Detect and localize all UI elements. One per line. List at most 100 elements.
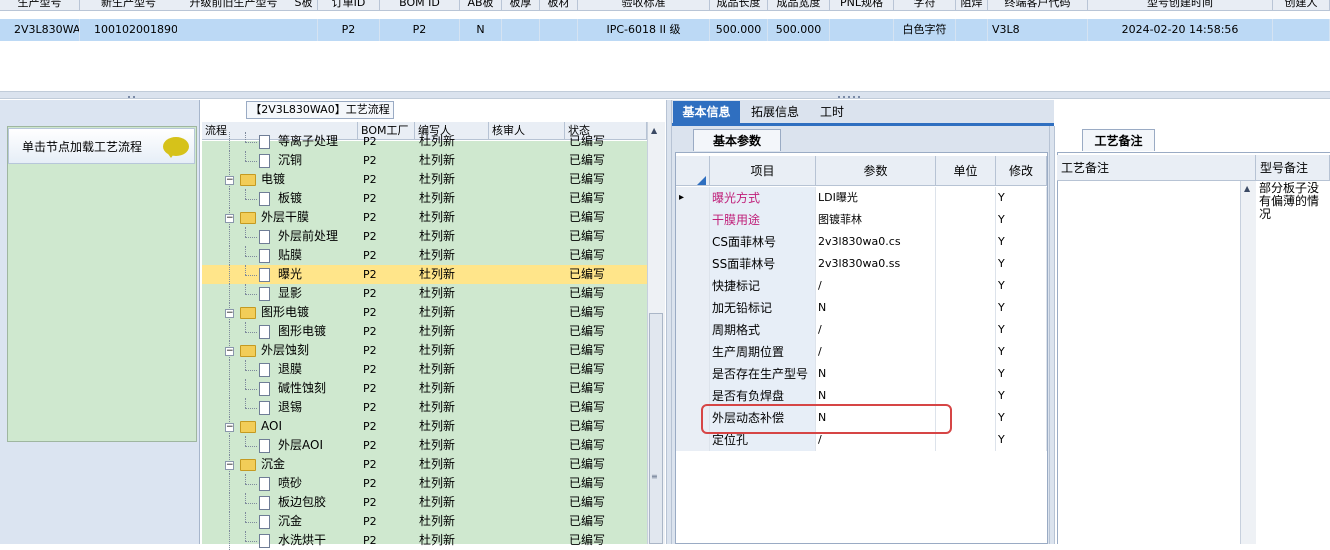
product-col-header[interactable]: 字符 [894, 0, 956, 11]
collapse-toggle-icon[interactable]: − [225, 423, 234, 432]
product-cell[interactable]: P2 [380, 19, 460, 41]
product-col-header[interactable]: 成品宽度 [768, 0, 830, 11]
product-cell[interactable]: IPC-6018 II 级 [578, 19, 710, 41]
product-cell[interactable]: V3L8 [988, 19, 1088, 41]
tree-row[interactable]: 等离子处理 P2 杜列新 已编写 [202, 132, 647, 151]
product-cell[interactable] [290, 19, 318, 41]
param-row[interactable]: CS面菲林号 2v3l830wa0.cs Y [676, 231, 1047, 253]
param-row[interactable]: SS面菲林号 2v3l830wa0.ss Y [676, 253, 1047, 275]
params-col-item[interactable]: 项目 [710, 156, 816, 186]
param-value[interactable]: / [816, 319, 936, 341]
tree-row[interactable]: 碱性蚀刻 P2 杜列新 已编写 [202, 379, 647, 398]
product-col-header[interactable]: PNL规格 [830, 0, 894, 11]
product-cell[interactable] [956, 19, 988, 41]
param-value[interactable]: / [816, 275, 936, 297]
tree-row[interactable]: 退锡 P2 杜列新 已编写 [202, 398, 647, 417]
collapse-toggle-icon[interactable]: − [225, 347, 234, 356]
notes-col-process[interactable]: 工艺备注 [1057, 155, 1256, 181]
tree-row[interactable]: 外层前处理 P2 杜列新 已编写 [202, 227, 647, 246]
product-cell[interactable] [540, 19, 578, 41]
tree-row[interactable]: − 图形电镀 P2 杜列新 已编写 [202, 303, 647, 322]
tree-row[interactable]: 板镀 P2 杜列新 已编写 [202, 189, 647, 208]
param-value[interactable]: N [816, 297, 936, 319]
product-cell[interactable]: 500.000 [710, 19, 768, 41]
param-value[interactable]: N [816, 363, 936, 385]
tree-row[interactable]: 喷砂 P2 杜列新 已编写 [202, 474, 647, 493]
product-cell[interactable]: P2 [318, 19, 380, 41]
notes-scrollbar[interactable] [1240, 181, 1256, 544]
tree-row[interactable]: 退膜 P2 杜列新 已编写 [202, 360, 647, 379]
collapse-toggle-icon[interactable]: − [225, 214, 234, 223]
product-col-header[interactable]: AB板 [460, 0, 502, 11]
product-cell[interactable]: 10010200189085 [80, 19, 178, 41]
product-col-header[interactable]: 成品长度 [710, 0, 768, 11]
notes-col-model[interactable]: 型号备注 [1256, 155, 1330, 181]
product-cell[interactable]: 2024-02-20 14:58:56 [1088, 19, 1273, 41]
product-cell[interactable] [830, 19, 894, 41]
param-modify: Y [996, 363, 1047, 385]
tab-work-hours[interactable]: 工时 [812, 101, 852, 123]
product-col-header[interactable]: 板厚 [502, 0, 540, 11]
tree-row[interactable]: − AOI P2 杜列新 已编写 [202, 417, 647, 436]
product-cell[interactable]: 白色字符 [894, 19, 956, 41]
product-cell[interactable] [1273, 19, 1330, 41]
params-col-unit[interactable]: 单位 [936, 156, 996, 186]
param-value[interactable]: LDI曝光 [816, 187, 936, 209]
product-col-header[interactable]: 验收标准 [578, 0, 710, 11]
param-row[interactable]: 快捷标记 / Y [676, 275, 1047, 297]
collapse-toggle-icon[interactable]: − [225, 309, 234, 318]
param-row[interactable]: 周期格式 / Y [676, 319, 1047, 341]
product-col-header[interactable]: 生产型号 [0, 0, 80, 11]
param-row[interactable]: ▸ 曝光方式 LDI曝光 Y [676, 187, 1047, 209]
product-col-header[interactable]: 升级前旧生产型号 [177, 0, 291, 11]
params-col-modify[interactable]: 修改 [996, 156, 1047, 186]
params-col-value[interactable]: 参数 [816, 156, 936, 186]
product-cell[interactable]: N [460, 19, 502, 41]
tree-row[interactable]: − 电镀 P2 杜列新 已编写 [202, 170, 647, 189]
tab-extended-info[interactable]: 拓展信息 [745, 101, 805, 123]
product-cell[interactable] [177, 19, 291, 41]
tree-row[interactable]: − 外层蚀刻 P2 杜列新 已编写 [202, 341, 647, 360]
scroll-up-arrow-icon[interactable]: ▲ [651, 126, 657, 135]
tab-process-notes[interactable]: 工艺备注 [1082, 129, 1155, 151]
tree-row[interactable]: 水洗烘干 P2 杜列新 已编写 [202, 531, 647, 550]
param-value[interactable]: / [816, 341, 936, 363]
tree-scroll-thumb[interactable] [649, 313, 663, 544]
tree-row[interactable]: 图形电镀 P2 杜列新 已编写 [202, 322, 647, 341]
product-col-header[interactable]: 型号创建时间 [1088, 0, 1273, 11]
scroll-up-arrow-icon[interactable]: ▲ [1244, 184, 1250, 193]
tab-basic-info[interactable]: 基本信息 [673, 101, 740, 123]
param-row[interactable]: 生产周期位置 / Y [676, 341, 1047, 363]
product-cell[interactable]: 2V3L830WA0 [0, 19, 80, 41]
product-col-header[interactable]: 创建人 [1273, 0, 1330, 11]
tree-row[interactable]: 显影 P2 杜列新 已编写 [202, 284, 647, 303]
tree-row[interactable]: 贴膜 P2 杜列新 已编写 [202, 246, 647, 265]
right-vertical-splitter[interactable] [1049, 126, 1055, 544]
param-row[interactable]: 是否存在生产型号 N Y [676, 363, 1047, 385]
param-row[interactable]: 加无铅标记 N Y [676, 297, 1047, 319]
product-col-header[interactable]: S板 [290, 0, 318, 11]
product-col-header[interactable]: 订单ID [318, 0, 380, 11]
param-row[interactable]: 干膜用途 图镀菲林 Y [676, 209, 1047, 231]
param-value[interactable]: 2v3l830wa0.cs [816, 231, 936, 253]
product-cell[interactable] [502, 19, 540, 41]
collapse-toggle-icon[interactable]: − [225, 176, 234, 185]
tab-basic-params[interactable]: 基本参数 [693, 129, 781, 151]
tree-row[interactable]: 板边包胶 P2 杜列新 已编写 [202, 493, 647, 512]
tree-row[interactable]: 沉铜 P2 杜列新 已编写 [202, 151, 647, 170]
tree-row[interactable]: 曝光 P2 杜列新 已编写 [202, 265, 647, 284]
product-col-header[interactable]: 阻焊 [956, 0, 988, 11]
product-col-header[interactable]: 终端客户代码 [988, 0, 1088, 11]
collapse-toggle-icon[interactable]: − [225, 461, 234, 470]
tree-row[interactable]: 外层AOI P2 杜列新 已编写 [202, 436, 647, 455]
product-col-header[interactable]: 新生产型号 [80, 0, 178, 11]
product-cell[interactable]: 500.000 [768, 19, 830, 41]
param-value[interactable]: 图镀菲林 [816, 209, 936, 231]
tree-row[interactable]: − 外层干膜 P2 杜列新 已编写 [202, 208, 647, 227]
product-col-header[interactable]: 板材 [540, 0, 578, 11]
product-col-header[interactable]: BOM ID [380, 0, 460, 11]
horizontal-splitter[interactable] [0, 91, 1330, 99]
param-value[interactable]: 2v3l830wa0.ss [816, 253, 936, 275]
tree-row[interactable]: − 沉金 P2 杜列新 已编写 [202, 455, 647, 474]
tree-row[interactable]: 沉金 P2 杜列新 已编写 [202, 512, 647, 531]
